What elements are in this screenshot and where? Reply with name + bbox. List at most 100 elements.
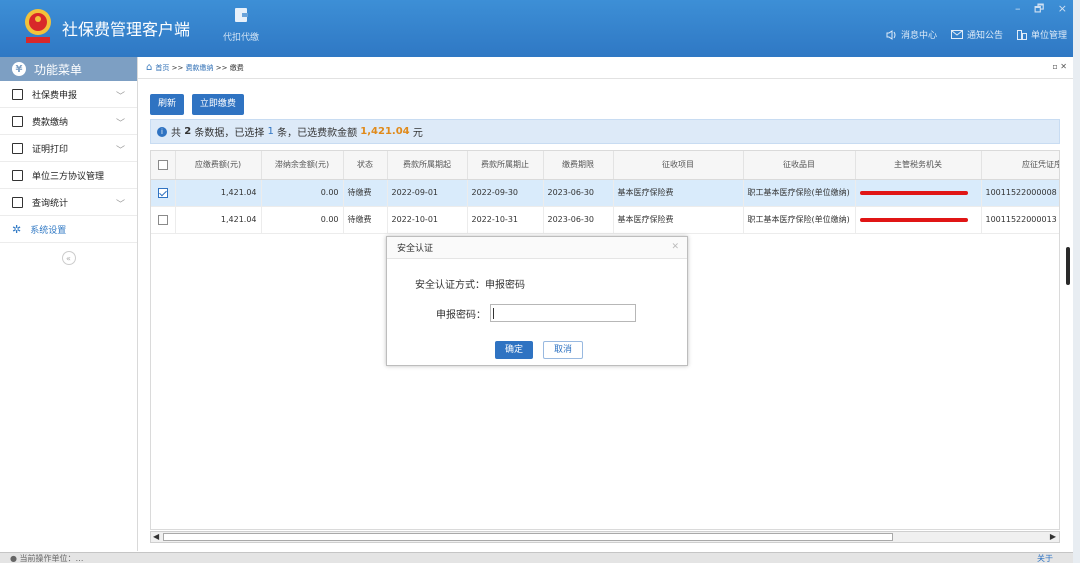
- breadcrumb-current: 缴费: [229, 63, 244, 72]
- scroll-left-icon[interactable]: ◀: [153, 532, 159, 541]
- table-row[interactable]: 1,421.04 0.00 待缴费 2022-09-01 2022-09-30 …: [151, 179, 1059, 207]
- app-window: 社保费管理客户端 代扣代缴 – 🗗 × 消息中心 通知公告 单位管理 ¥ 功能菜…: [0, 0, 1073, 563]
- about-link[interactable]: 关于: [1037, 553, 1053, 563]
- summary-total: 2: [184, 126, 192, 137]
- auth-method-row: 安全认证方式：申报密码: [415, 276, 525, 291]
- select-all-checkbox[interactable]: [151, 151, 176, 180]
- sidebar-item-label: 系统设置: [30, 225, 67, 236]
- speaker-icon: [886, 29, 896, 40]
- chevron-down-icon: ﹀: [115, 92, 125, 102]
- close-icon[interactable]: ×: [1058, 2, 1067, 15]
- toolbar: 刷新 立即缴费: [150, 94, 248, 115]
- sidebar-item-settings[interactable]: ✲ 系统设置: [0, 216, 137, 243]
- table-row[interactable]: 1,421.04 0.00 待缴费 2022-10-01 2022-10-31 …: [151, 206, 1059, 234]
- withhold-label: 代扣代缴: [222, 33, 259, 43]
- notice-link[interactable]: 通知公告: [950, 28, 1003, 41]
- app-title: 社保费管理客户端: [62, 20, 191, 39]
- cell-deadline: 2023-06-30: [543, 206, 614, 234]
- minimize-icon[interactable]: –: [1015, 2, 1021, 15]
- status-bar: ● 当前操作单位：… 关于: [0, 552, 1073, 563]
- password-input[interactable]: [490, 304, 636, 322]
- maximize-icon[interactable]: 🗗: [1034, 2, 1044, 15]
- summary-suffix: 元: [412, 128, 423, 139]
- home-icon: ⌂: [146, 62, 153, 73]
- cell-status: 待缴费: [343, 179, 388, 207]
- summary-prefix: 共: [171, 128, 181, 139]
- declare-icon: [12, 88, 23, 100]
- breadcrumb-payment[interactable]: 费款缴纳: [186, 63, 214, 73]
- scroll-right-icon[interactable]: ▶: [1050, 532, 1056, 541]
- cell-serial: 10011522000013: [981, 206, 1059, 234]
- sidebar-item-label: 查询统计: [32, 198, 69, 209]
- unit-management-link[interactable]: 单位管理: [1016, 28, 1067, 41]
- building-icon: [1016, 29, 1027, 40]
- wallet-icon: [235, 8, 248, 22]
- window-controls: – 🗗 ×: [1005, 0, 1067, 19]
- side-handle[interactable]: [1066, 247, 1070, 285]
- tab-controls[interactable]: ▫ ✕: [1052, 62, 1067, 71]
- refresh-button[interactable]: 刷新: [150, 94, 185, 115]
- sidebar-item-label: 证明打印: [32, 144, 69, 155]
- row-checkbox[interactable]: [151, 206, 176, 234]
- message-center-link[interactable]: 消息中心: [886, 28, 937, 41]
- auth-method-value: 申报密码: [485, 280, 525, 291]
- scrollbar-thumb[interactable]: [163, 533, 893, 541]
- sidebar-item-stats[interactable]: 查询统计 ﹀: [0, 189, 137, 216]
- column-header[interactable]: 主管税务机关: [855, 151, 982, 180]
- breadcrumb: ⌂ 首页 >> 费款缴纳 >> 缴费 ▫ ✕: [138, 57, 1073, 79]
- column-header[interactable]: 状态: [343, 151, 388, 180]
- cell-serial: 10011522000008: [981, 179, 1059, 207]
- cell-item: 基本医疗保险费: [613, 206, 744, 234]
- yen-icon: ¥: [12, 62, 26, 76]
- selection-summary: i 共 2 条数据，已选择 1 条，已选费款金额 1,421.04 元: [150, 119, 1060, 144]
- mail-icon: [950, 30, 963, 39]
- collapse-icon[interactable]: «: [61, 251, 76, 265]
- dialog-header: 安全认证 ✕: [387, 237, 687, 259]
- column-header[interactable]: 费款所属期止: [467, 151, 544, 180]
- sidebar-item-label: 费款缴纳: [32, 117, 69, 128]
- status-text: ● 当前操作单位：…: [10, 554, 84, 563]
- sidebar-item-declare[interactable]: 社保费申报 ﹀: [0, 81, 137, 108]
- summary-text: 条数据，已选择: [194, 128, 265, 139]
- dialog-title: 安全认证: [397, 244, 434, 254]
- redaction-mark: [859, 217, 968, 222]
- cell-end: 2022-10-31: [467, 206, 544, 234]
- close-icon[interactable]: ✕: [671, 242, 679, 252]
- withhold-button[interactable]: 代扣代缴: [218, 6, 264, 50]
- sidebar-item-print[interactable]: 证明打印 ﹀: [0, 135, 137, 162]
- cell-tax-office-redacted: [855, 179, 982, 207]
- sidebar-header: ¥ 功能菜单: [0, 57, 137, 81]
- cell-end: 2022-09-30: [467, 179, 544, 207]
- column-header[interactable]: 应缴费额(元): [175, 151, 262, 180]
- column-header[interactable]: 应征凭证序号: [981, 151, 1059, 180]
- summary-selected: 1: [267, 126, 274, 137]
- sidebar-item-label: 单位三方协议管理: [32, 171, 105, 182]
- payment-icon: [12, 115, 23, 127]
- cell-item: 基本医疗保险费: [613, 179, 744, 207]
- sidebar: ¥ 功能菜单 社保费申报 ﹀ 费款缴纳 ﹀ 证明打印 ﹀ 单位三方协议管理 查询…: [0, 57, 138, 551]
- row-checkbox[interactable]: [151, 179, 176, 207]
- sidebar-item-payment[interactable]: 费款缴纳 ﹀: [0, 108, 137, 135]
- cell-start: 2022-10-01: [387, 206, 468, 234]
- gear-icon: ✲: [12, 222, 22, 236]
- summary-text: 条，已选费款金额: [277, 128, 358, 139]
- sidebar-title: 功能菜单: [34, 62, 83, 77]
- title-bar: 社保费管理客户端 代扣代缴 – 🗗 × 消息中心 通知公告 单位管理: [0, 0, 1073, 57]
- sidebar-item-label: 社保费申报: [32, 90, 78, 101]
- notice-label: 通知公告: [966, 31, 1003, 41]
- column-header[interactable]: 征收项目: [613, 151, 744, 180]
- horizontal-scrollbar[interactable]: ◀ ▶: [150, 531, 1060, 543]
- column-header[interactable]: 征收品目: [743, 151, 856, 180]
- confirm-button[interactable]: 确定: [495, 341, 533, 359]
- column-header[interactable]: 滞纳余金额(元): [261, 151, 344, 180]
- breadcrumb-home[interactable]: 首页: [155, 63, 169, 73]
- cancel-button[interactable]: 取消: [543, 341, 583, 359]
- pay-now-button[interactable]: 立即缴费: [191, 94, 244, 115]
- stats-icon: [12, 196, 23, 208]
- column-header[interactable]: 缴费期限: [543, 151, 614, 180]
- info-icon: i: [157, 126, 167, 137]
- sidebar-item-agreement[interactable]: 单位三方协议管理: [0, 162, 137, 189]
- column-header[interactable]: 费款所属期起: [387, 151, 468, 180]
- breadcrumb-sep: >>: [171, 63, 184, 72]
- agreement-icon: [12, 169, 23, 181]
